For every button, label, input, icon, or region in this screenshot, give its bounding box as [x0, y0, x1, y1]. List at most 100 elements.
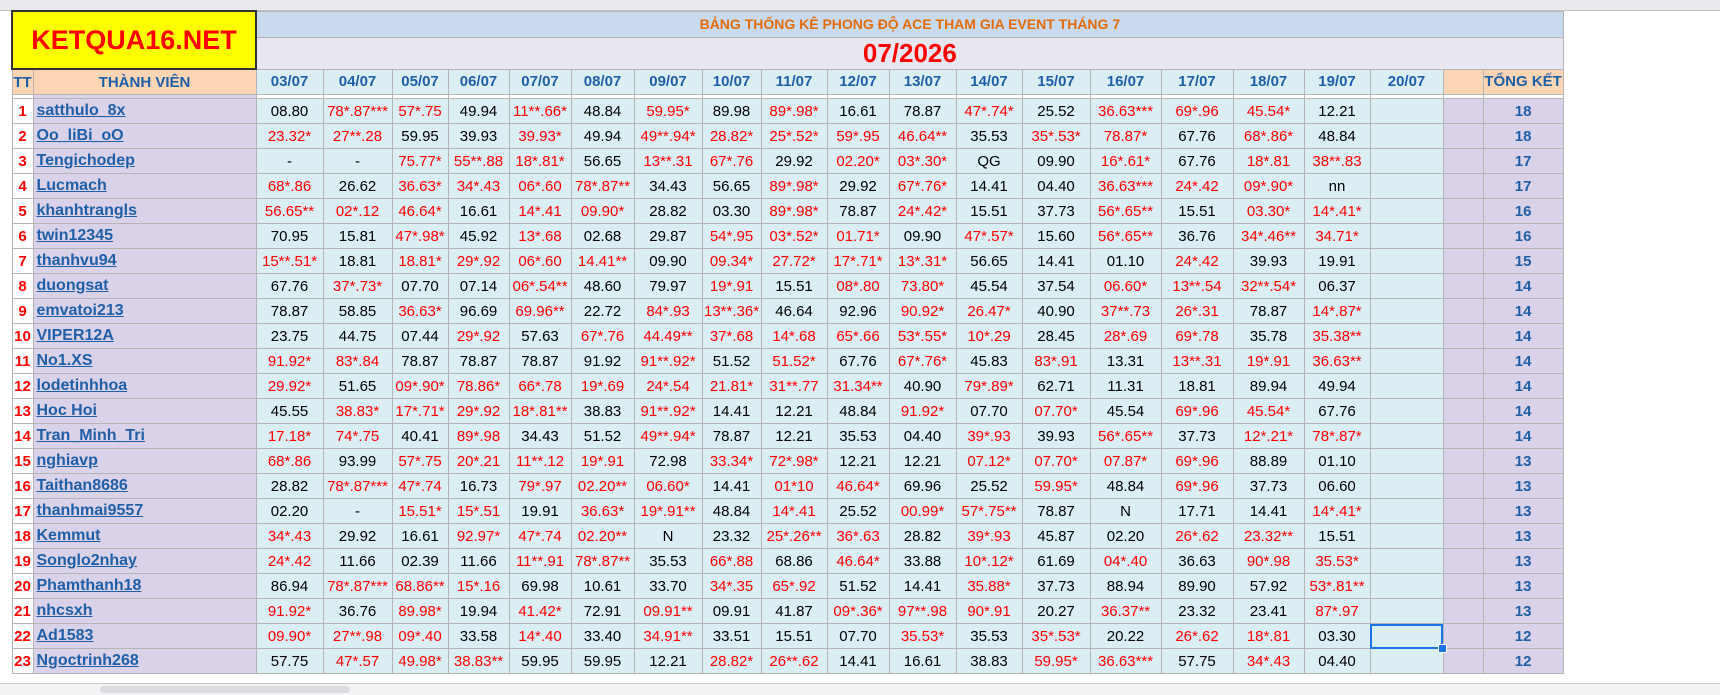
- header-date[interactable]: 07/07: [508, 68, 572, 95]
- row-number[interactable]: 17: [11, 498, 34, 524]
- result-cell[interactable]: 36.76: [322, 598, 393, 624]
- gap-cell[interactable]: [1442, 98, 1484, 124]
- result-cell[interactable]: [1369, 373, 1444, 399]
- result-cell[interactable]: 69*.96: [1160, 473, 1234, 499]
- result-cell[interactable]: 01*10: [760, 473, 828, 499]
- result-cell[interactable]: 15.51: [760, 273, 828, 299]
- result-cell[interactable]: 07.70: [391, 273, 449, 299]
- row-number[interactable]: 6: [11, 223, 34, 249]
- result-cell[interactable]: 07.12*: [955, 448, 1023, 474]
- result-cell[interactable]: 35.53: [955, 123, 1023, 149]
- result-cell[interactable]: 89.94: [1232, 373, 1305, 399]
- result-cell[interactable]: 89*.98*: [760, 173, 828, 199]
- gap-cell[interactable]: [1442, 523, 1484, 549]
- result-cell[interactable]: [1369, 398, 1444, 424]
- row-number[interactable]: 8: [11, 273, 34, 299]
- result-cell[interactable]: 45.83: [955, 348, 1023, 374]
- result-cell[interactable]: 88.94: [1089, 573, 1162, 599]
- result-cell[interactable]: 96.69: [447, 298, 510, 324]
- member-link[interactable]: thanhmai9557: [32, 498, 257, 524]
- result-cell[interactable]: 13**.31: [1160, 348, 1234, 374]
- member-link[interactable]: duongsat: [32, 273, 257, 299]
- result-cell[interactable]: 20.27: [1021, 598, 1091, 624]
- result-cell[interactable]: 41.87: [760, 598, 828, 624]
- result-cell[interactable]: 67.76: [1160, 148, 1234, 174]
- member-link[interactable]: Ad1583: [32, 623, 257, 649]
- row-number[interactable]: 7: [11, 248, 34, 274]
- header-date[interactable]: 05/07: [391, 68, 449, 95]
- result-cell[interactable]: 12.21: [760, 423, 828, 449]
- result-cell[interactable]: 74*.75: [322, 423, 393, 449]
- result-cell[interactable]: 16.61: [447, 198, 510, 224]
- result-cell[interactable]: 14*.40: [508, 623, 572, 649]
- result-cell[interactable]: 48.84: [1303, 123, 1371, 149]
- result-cell[interactable]: 55**.88: [447, 148, 510, 174]
- result-cell[interactable]: 26*.31: [1160, 298, 1234, 324]
- result-cell[interactable]: 53*.55*: [888, 323, 957, 349]
- row-number[interactable]: 19: [11, 548, 34, 574]
- gap-cell[interactable]: [1442, 298, 1484, 324]
- header-member[interactable]: THÀNH VIÊN: [32, 68, 257, 95]
- gap-cell[interactable]: [1442, 498, 1484, 524]
- result-cell[interactable]: 91.92*: [255, 598, 324, 624]
- result-cell[interactable]: 13*.31*: [888, 248, 957, 274]
- result-cell[interactable]: 48.84: [826, 398, 890, 424]
- result-cell[interactable]: 47*.74: [508, 523, 572, 549]
- result-cell[interactable]: [1369, 473, 1444, 499]
- result-cell[interactable]: 35.38**: [1303, 323, 1371, 349]
- result-cell[interactable]: 10*.29: [955, 323, 1023, 349]
- result-cell[interactable]: 89*.98*: [760, 198, 828, 224]
- result-cell[interactable]: 15**.51*: [255, 248, 324, 274]
- result-cell[interactable]: 15.60: [1021, 223, 1091, 249]
- result-cell[interactable]: 31.34**: [826, 373, 890, 399]
- result-cell[interactable]: 91.92*: [255, 348, 324, 374]
- result-cell[interactable]: 69.96: [888, 473, 957, 499]
- header-gap[interactable]: [1442, 68, 1484, 95]
- result-cell[interactable]: 08*.80: [826, 273, 890, 299]
- result-cell[interactable]: 34.43: [508, 423, 572, 449]
- result-cell[interactable]: 27**.98: [322, 623, 393, 649]
- gap-cell[interactable]: [1442, 198, 1484, 224]
- result-cell[interactable]: 09*.40: [391, 623, 449, 649]
- result-cell[interactable]: 56.65: [955, 248, 1023, 274]
- result-cell[interactable]: 37.54: [1021, 273, 1091, 299]
- result-cell[interactable]: 91.92: [570, 348, 635, 374]
- result-cell[interactable]: 02.20**: [570, 523, 635, 549]
- result-cell[interactable]: 23.41: [1232, 598, 1305, 624]
- header-date[interactable]: 12/07: [826, 68, 890, 95]
- result-cell[interactable]: 51.52: [570, 423, 635, 449]
- result-cell[interactable]: 59.95*: [633, 98, 703, 124]
- result-cell[interactable]: 19.91: [508, 498, 572, 524]
- gap-cell[interactable]: [1442, 448, 1484, 474]
- result-cell[interactable]: 26.47*: [955, 298, 1023, 324]
- result-cell[interactable]: 35.78: [1232, 323, 1305, 349]
- result-cell[interactable]: 09*.90*: [1232, 173, 1305, 199]
- member-link[interactable]: Lucmach: [32, 173, 257, 199]
- result-cell[interactable]: 23.32*: [255, 123, 324, 149]
- result-cell[interactable]: -: [322, 498, 393, 524]
- result-cell[interactable]: 49.94: [447, 98, 510, 124]
- header-date[interactable]: 16/07: [1089, 68, 1162, 95]
- total-cell[interactable]: 12: [1482, 648, 1564, 674]
- result-cell[interactable]: 35.53*: [888, 623, 957, 649]
- result-cell[interactable]: 57.75: [1160, 648, 1234, 674]
- member-link[interactable]: satthulo_8x: [32, 98, 257, 124]
- result-cell[interactable]: 92.96: [826, 298, 890, 324]
- result-cell[interactable]: 59.95: [508, 648, 572, 674]
- result-cell[interactable]: 39*.93: [955, 423, 1023, 449]
- result-cell[interactable]: 18*.81: [1232, 148, 1305, 174]
- result-cell[interactable]: 14*.41: [508, 198, 572, 224]
- header-total[interactable]: TỔNG KẾT: [1482, 68, 1564, 95]
- header-date[interactable]: 19/07: [1303, 68, 1371, 95]
- result-cell[interactable]: 29.87: [633, 223, 703, 249]
- result-cell[interactable]: 18*.81: [1232, 623, 1305, 649]
- result-cell[interactable]: 33.70: [633, 573, 703, 599]
- result-cell[interactable]: 01.71*: [826, 223, 890, 249]
- result-cell[interactable]: [1369, 148, 1444, 174]
- result-cell[interactable]: 91**.92*: [633, 348, 703, 374]
- total-cell[interactable]: 14: [1482, 373, 1564, 399]
- brand-logo-cell[interactable]: KETQUA16.NET: [10, 10, 258, 70]
- row-number[interactable]: 21: [11, 598, 34, 624]
- result-cell[interactable]: 14*.87*: [1303, 298, 1371, 324]
- result-cell[interactable]: [1369, 223, 1444, 249]
